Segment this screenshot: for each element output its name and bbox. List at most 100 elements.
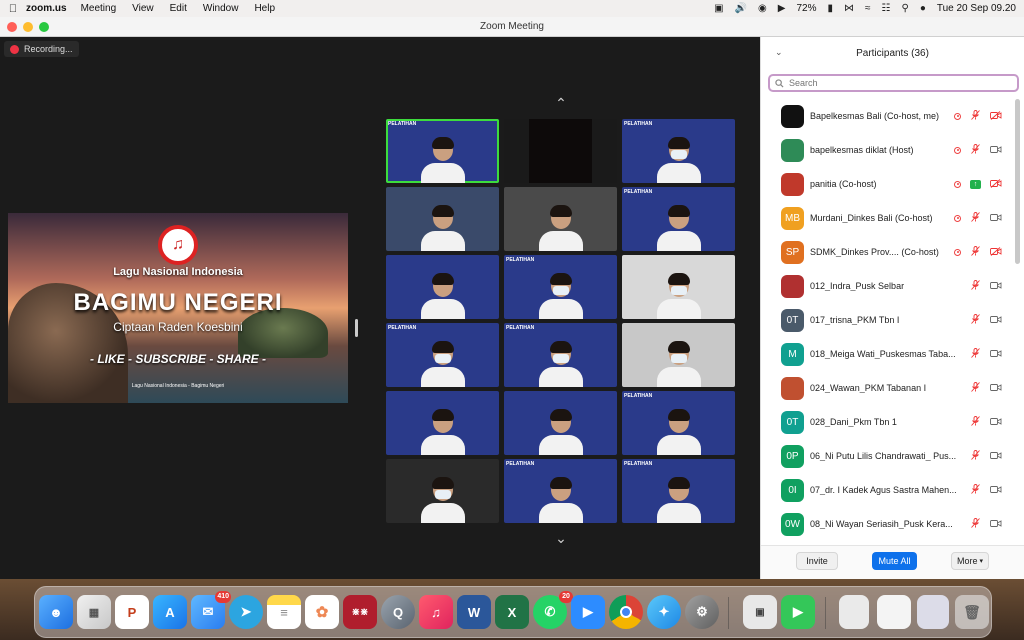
gallery-down-arrow-icon[interactable]: ⌄ [548,530,574,546]
participant-row[interactable]: 012_Indra_Pusk Selbar [761,269,1013,303]
collapse-chevron-icon[interactable]: ⌄ [775,47,783,58]
menu-window[interactable]: Window [203,3,239,14]
wifi-icon[interactable]: ≈ [865,3,871,14]
video-tile[interactable] [386,391,499,455]
mic-muted-icon[interactable] [971,348,980,360]
mendeley-icon[interactable]: ⋇⋇ [343,595,377,629]
camera-icon[interactable] [990,349,1002,360]
powerpoint-icon[interactable]: P [115,595,149,629]
menu-edit[interactable]: Edit [170,3,187,14]
zoom-status-icon[interactable]: ▣ [714,3,723,14]
video-tile[interactable]: PELATIHAN [386,119,499,183]
menu-app-name[interactable]: zoom.us [26,3,67,14]
search-input[interactable] [789,78,1009,88]
participant-row[interactable]: panitia (Co-host) ↑ [761,167,1013,201]
volume-icon[interactable]: 🔊 [735,3,747,14]
mic-muted-icon[interactable] [971,450,980,462]
camera-icon[interactable] [990,383,1002,394]
play-status-icon[interactable]: ▶ [778,3,786,14]
video-tile[interactable]: PELATIHAN [622,391,735,455]
minimized-window-2-icon[interactable] [877,595,911,629]
video-tile[interactable]: PELATIHAN [386,323,499,387]
mic-muted-icon[interactable] [971,110,980,122]
camera-off-icon[interactable] [990,110,1002,122]
camera-icon[interactable] [990,485,1002,496]
participant-row[interactable]: bapelkesmas diklat (Host) [761,133,1013,167]
participant-row[interactable]: 0T 028_Dani_Pkm Tbn 1 [761,405,1013,439]
menu-help[interactable]: Help [254,3,275,14]
menu-view[interactable]: View [132,3,154,14]
mic-muted-icon[interactable] [971,518,980,530]
video-tile[interactable] [386,255,499,319]
camera-off-icon[interactable] [990,178,1002,190]
video-tile[interactable] [622,323,735,387]
video-tile[interactable]: PELATIHAN [504,323,617,387]
app-store-icon[interactable]: A [153,595,187,629]
word-icon[interactable]: W [457,595,491,629]
camera-icon[interactable] [990,281,1002,292]
participant-row[interactable]: 0W 08_Ni Wayan Seriasih_Pusk Kera... [761,507,1013,541]
telegram-icon[interactable]: ➤ [229,595,263,629]
system-preferences-icon[interactable]: ⚙ [685,595,719,629]
quicktime-icon[interactable]: Q [381,595,415,629]
safari-icon[interactable]: ✦ [647,595,681,629]
mail-icon[interactable]: ✉ 410 [191,591,231,629]
video-tile[interactable] [386,187,499,251]
participant-list-scrollbar[interactable] [1015,99,1020,264]
minimized-window-3-icon[interactable] [917,595,949,629]
participant-row[interactable]: SP SDMK_Dinkes Prov.... (Co-host) [761,235,1013,269]
mic-muted-icon[interactable] [971,246,980,258]
mic-muted-icon[interactable] [971,484,980,496]
menu-meeting[interactable]: Meeting [81,3,117,14]
siri-icon[interactable]: ● [920,3,926,14]
video-tile[interactable]: PELATIHAN [504,255,617,319]
participant-row[interactable]: 0I 07_dr. I Kadek Agus Sastra Mahen... [761,473,1013,507]
finder-icon[interactable]: ☻ [39,595,73,629]
camera-icon[interactable] [990,213,1002,224]
mic-muted-icon[interactable] [971,212,980,224]
clock[interactable]: Tue 20 Sep 09.20 [937,3,1016,14]
apple-icon[interactable]:  [0,3,26,15]
mic-muted-icon[interactable] [971,382,980,394]
photos-icon[interactable]: ✿ [305,595,339,629]
invite-button[interactable]: Invite [796,552,838,570]
video-tile[interactable] [504,187,617,251]
camera-icon[interactable] [990,451,1002,462]
participant-row[interactable]: 024_Wawan_PKM Tabanan I [761,371,1013,405]
launchpad-icon[interactable]: ▦ [77,595,111,629]
participant-row[interactable]: M 018_Meiga Wati_Puskesmas Taba... [761,337,1013,371]
minimize-window-button[interactable] [23,22,33,32]
video-tile[interactable] [504,119,617,183]
camera-icon[interactable] [990,417,1002,428]
camera-off-icon[interactable] [990,246,1002,258]
control-center-icon[interactable]: ☷ [882,3,891,14]
music-icon[interactable]: ♫ [419,595,453,629]
participant-search[interactable] [768,74,1019,92]
record-status-icon[interactable]: ◉ [758,3,767,14]
mute-all-button[interactable]: Mute All [872,552,917,570]
chrome-icon[interactable] [609,595,643,629]
camera-icon[interactable] [990,315,1002,326]
battery-icon[interactable]: ▮ [828,3,834,14]
close-window-button[interactable] [7,22,17,32]
mic-muted-icon[interactable] [971,416,980,428]
more-button[interactable]: More ▾ [951,552,989,570]
camera-icon[interactable] [990,519,1002,530]
whatsapp-icon[interactable]: ✆ 20 [533,591,573,629]
video-tile[interactable]: PELATIHAN [504,459,617,523]
recording-indicator[interactable]: Recording... [4,41,79,57]
split-resize-handle[interactable] [355,319,358,337]
camera-icon[interactable] [990,145,1002,156]
trash-icon[interactable]: 🗑 [955,595,989,629]
mic-muted-icon[interactable] [971,314,980,326]
mic-muted-icon[interactable] [971,144,980,156]
bluetooth-icon[interactable]: ⋈ [844,3,854,14]
notes-icon[interactable]: ≡ [267,595,301,629]
participant-row[interactable]: Bapelkesmas Bali (Co-host, me) [761,99,1013,133]
shared-screen[interactable]: ♫ Lagu Nasional Indonesia BAGIMU NEGERI … [8,213,348,403]
video-tile[interactable] [622,255,735,319]
video-tile[interactable]: PELATIHAN [622,119,735,183]
participant-row[interactable]: 0P 06_Ni Putu Lilis Chandrawati_ Pus... [761,439,1013,473]
spotlight-icon[interactable]: ⚲ [901,3,908,14]
facetime-icon[interactable]: ▶ [781,595,815,629]
